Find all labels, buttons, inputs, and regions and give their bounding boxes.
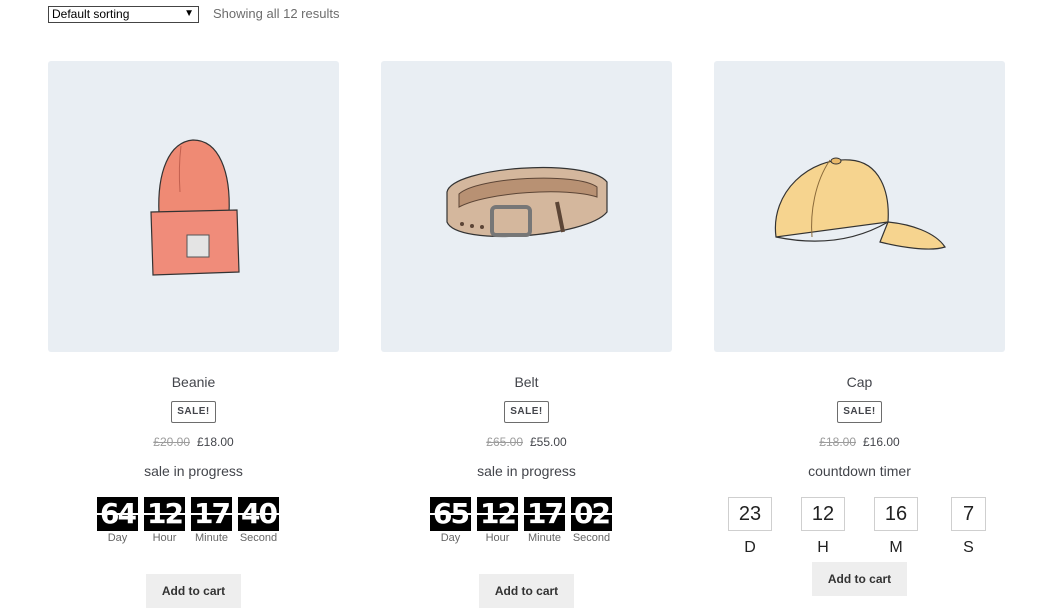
product-card-cap: Cap SALE! £18.00 £16.00 countdown timer — [714, 61, 1005, 481]
flip-countdown: 64 Day 12 Hour 17 Minute 40 Second — [94, 497, 282, 544]
price: £18.00 £16.00 — [714, 435, 1005, 451]
sale-status: countdown timer — [808, 463, 911, 479]
add-to-cart-button[interactable]: Add to cart — [479, 574, 574, 608]
sale-price: £16.00 — [863, 435, 900, 449]
countdown-label: S — [963, 539, 974, 556]
countdown-label: Second — [572, 532, 611, 544]
countdown-label: Minute — [194, 532, 229, 544]
countdown-minutes: 16 — [874, 497, 918, 531]
product-card-belt: Belt SALE! £65.00 £55.00 sale in progress — [381, 61, 672, 481]
result-count: Showing all 12 results — [213, 6, 340, 21]
sale-badge: SALE! — [837, 401, 882, 423]
product-image-link[interactable] — [381, 61, 672, 352]
sale-badge: SALE! — [504, 401, 549, 423]
product-title[interactable]: Cap — [714, 373, 1005, 391]
countdown-hours: 12 — [144, 497, 185, 531]
countdown-days: 23 — [728, 497, 772, 531]
sort-select-value: Default sorting — [52, 7, 130, 21]
sale-badge: SALE! — [171, 401, 216, 423]
chevron-down-icon: ▼ — [184, 7, 194, 19]
countdown-seconds: 40 — [238, 497, 279, 531]
countdown-days: 65 — [430, 497, 471, 531]
countdown-seconds: 02 — [571, 497, 612, 531]
countdown-label: Hour — [152, 532, 177, 544]
countdown-hours: 12 — [801, 497, 845, 531]
baseball-cap-icon — [774, 157, 946, 250]
countdown-days: 64 — [97, 497, 138, 531]
countdown-label: Day — [107, 532, 128, 544]
sale-status: sale in progress — [477, 463, 576, 479]
product-image-link[interactable] — [714, 61, 1005, 352]
belt-icon — [445, 166, 608, 237]
countdown-label: D — [744, 539, 756, 556]
old-price: £65.00 — [486, 435, 523, 449]
sort-select[interactable]: Default sorting ▼ — [48, 5, 199, 23]
countdown-minutes: 17 — [524, 497, 565, 531]
countdown-hours: 12 — [477, 497, 518, 531]
sale-price: £55.00 — [530, 435, 567, 449]
countdown-label: M — [889, 539, 903, 556]
countdown-minutes: 17 — [191, 497, 232, 531]
price: £20.00 £18.00 — [48, 435, 339, 451]
sale-status: sale in progress — [144, 463, 243, 479]
countdown-label: Hour — [485, 532, 510, 544]
product-title[interactable]: Beanie — [48, 373, 339, 391]
beanie-hat-icon — [149, 138, 240, 276]
add-to-cart-button[interactable]: Add to cart — [146, 574, 241, 608]
price: £65.00 £55.00 — [381, 435, 672, 451]
countdown-label: H — [817, 539, 829, 556]
product-card-beanie: Beanie SALE! £20.00 £18.00 sale in progre… — [48, 61, 339, 481]
sale-price: £18.00 — [197, 435, 234, 449]
flip-countdown: 65 Day 12 Hour 17 Minute 02 Second — [427, 497, 615, 544]
countdown-label: Minute — [527, 532, 562, 544]
countdown-label: Second — [239, 532, 278, 544]
old-price: £20.00 — [153, 435, 190, 449]
countdown-label: Day — [440, 532, 461, 544]
product-title[interactable]: Belt — [381, 373, 672, 391]
countdown-seconds: 7 — [951, 497, 986, 531]
add-to-cart-button[interactable]: Add to cart — [812, 562, 907, 596]
old-price: £18.00 — [819, 435, 856, 449]
product-image-link[interactable] — [48, 61, 339, 352]
catalog-toolbar: Default sorting ▼ Showing all 12 results — [48, 5, 339, 23]
